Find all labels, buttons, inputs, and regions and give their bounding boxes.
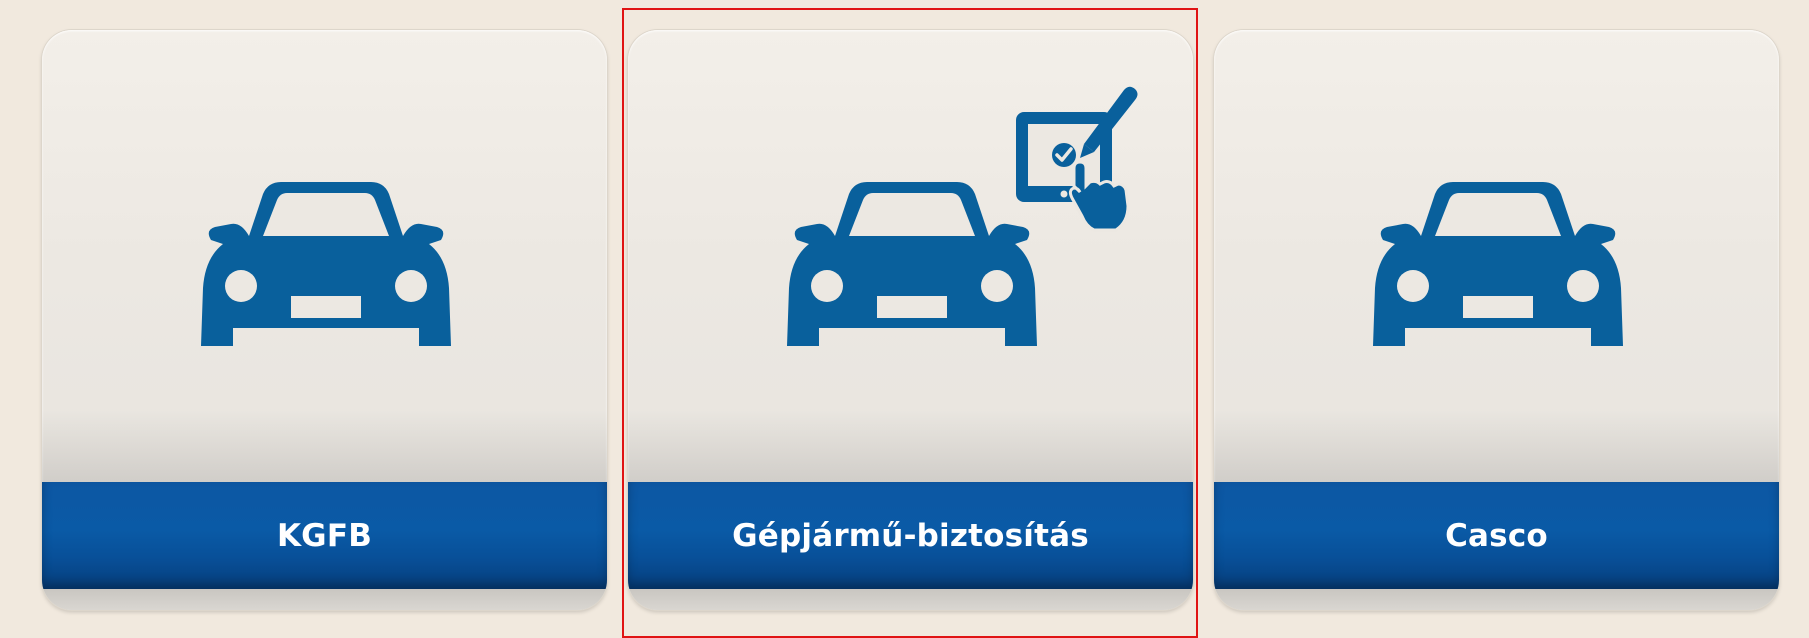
card-label-band: KGFB xyxy=(42,482,607,589)
card-label: Casco xyxy=(1445,517,1548,554)
card-label: Gépjármű-biztosítás xyxy=(732,517,1089,554)
car-icon xyxy=(787,182,1037,346)
card-gepjarmu-biztositas[interactable]: Gépjármű-biztosítás xyxy=(628,30,1193,610)
card-kgfb[interactable]: KGFB xyxy=(42,30,607,610)
tablet-signature-icon xyxy=(1016,86,1138,232)
card-label-band: Gépjármű-biztosítás xyxy=(628,482,1193,589)
card-label: KGFB xyxy=(276,517,373,554)
card-base xyxy=(1214,589,1779,610)
card-base xyxy=(628,589,1193,610)
car-icon xyxy=(201,182,451,346)
card-shade xyxy=(1214,410,1779,482)
card-label-band: Casco xyxy=(1214,482,1779,589)
card-base xyxy=(42,589,607,610)
card-shade xyxy=(628,410,1193,482)
car-icon xyxy=(1373,182,1623,346)
card-shade xyxy=(42,410,607,482)
card-casco[interactable]: Casco xyxy=(1214,30,1779,610)
